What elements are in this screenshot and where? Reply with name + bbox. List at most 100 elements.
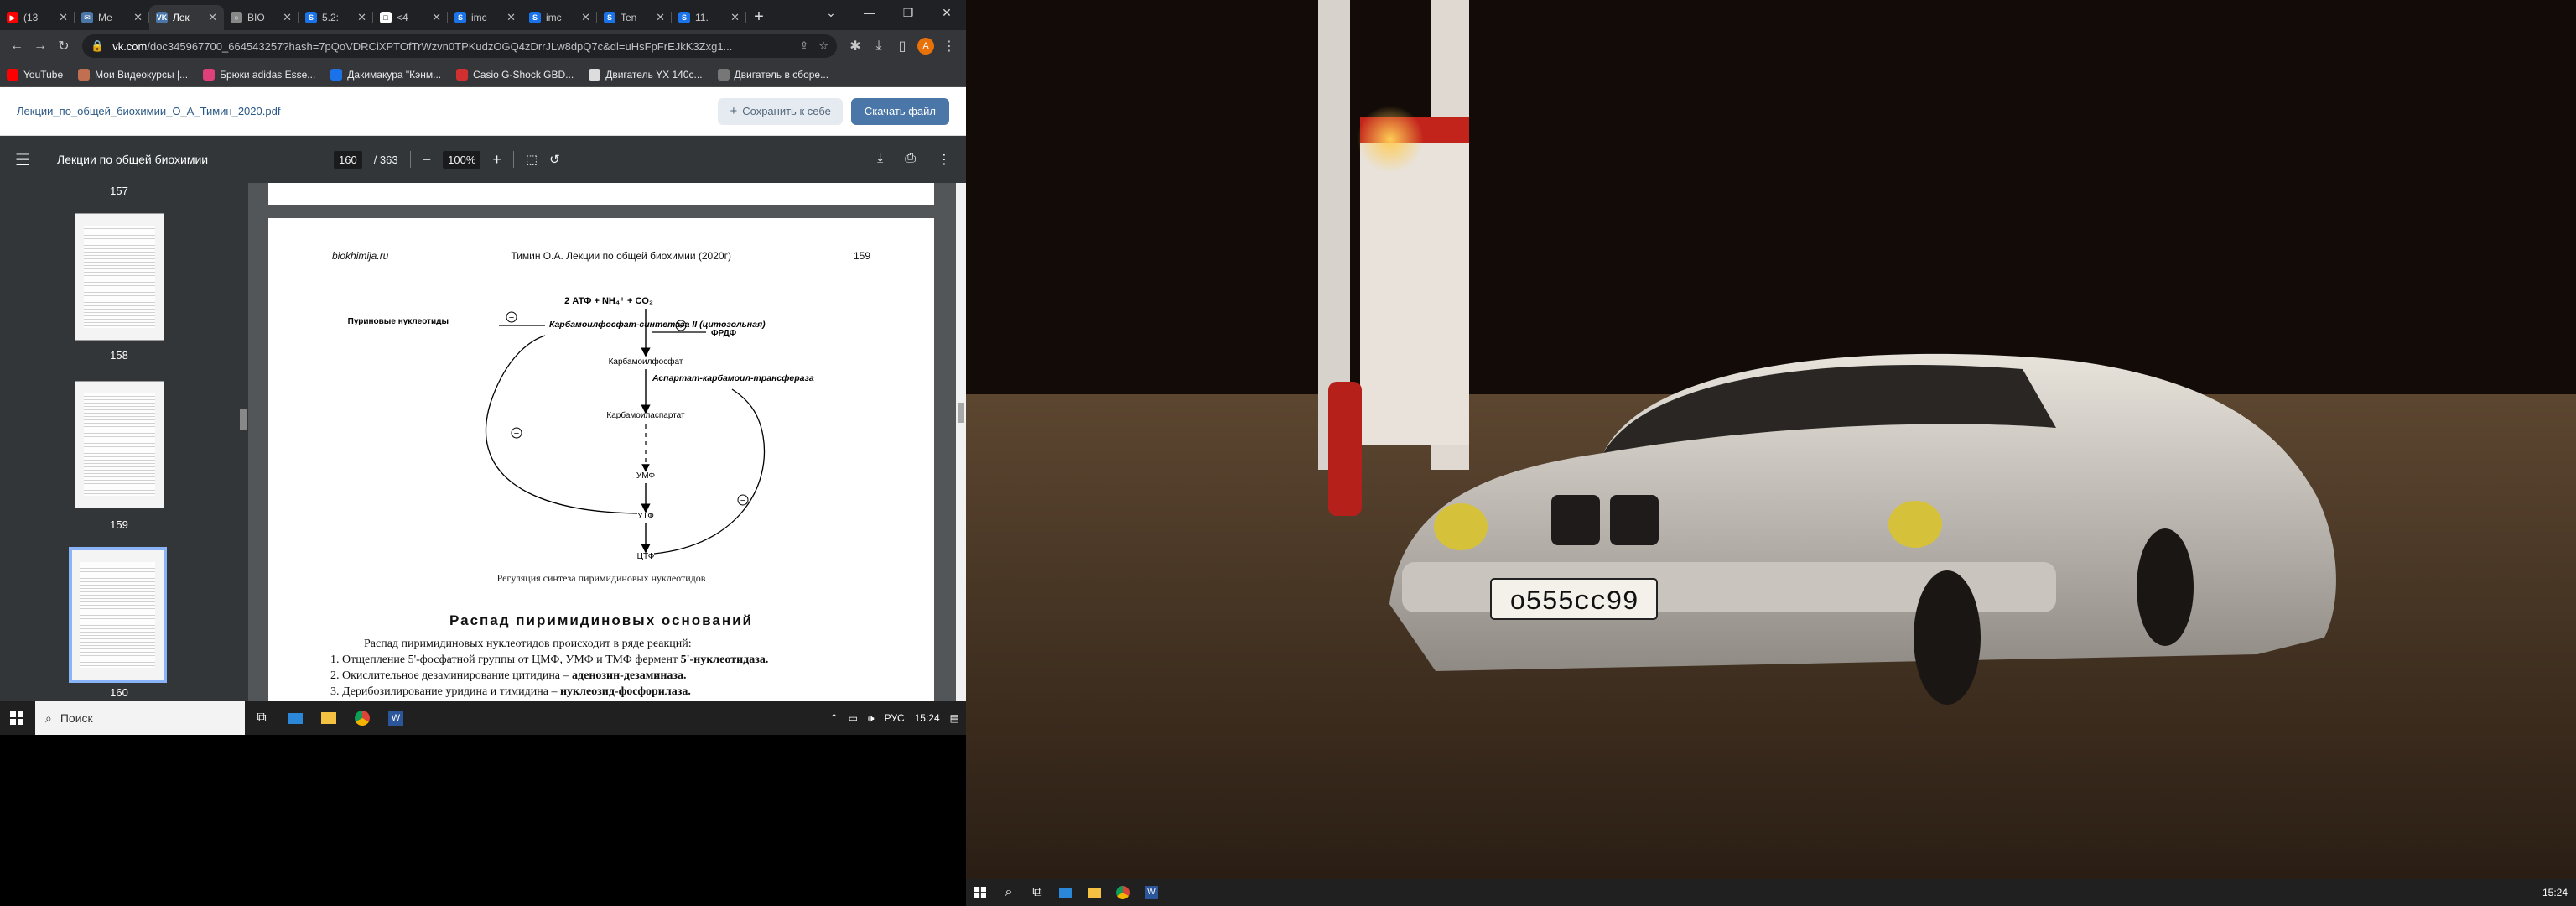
tab-close-icon[interactable]: ✕ — [357, 11, 366, 24]
bookmark-item[interactable]: Мои Видеокурсы |... — [78, 68, 189, 81]
minimize-button[interactable]: — — [850, 0, 889, 25]
tab-search-icon[interactable]: ⌄ — [812, 0, 850, 25]
bookmark-item[interactable]: Дакимакура "Кэнм... — [330, 68, 441, 81]
hamburger-menu-icon[interactable]: ☰ — [15, 149, 40, 170]
chrome-icon[interactable] — [1109, 879, 1137, 906]
language-indicator[interactable]: РУС — [885, 712, 905, 724]
pdf-scrollbar[interactable] — [956, 183, 966, 701]
tab-favicon-icon: □ — [380, 12, 392, 23]
browser-tab[interactable]: ▶ (13 ✕ — [0, 5, 75, 30]
taskbar-right: ⌕ ⧉ W 15:24 — [966, 879, 2576, 906]
new-tab-button[interactable]: + — [746, 5, 771, 30]
vk-doc-header: Лекции_по_общей_биохимии_О_А_Тимин_2020.… — [0, 87, 966, 136]
chrome-icon[interactable] — [345, 701, 379, 735]
clock[interactable]: 15:24 — [915, 712, 940, 724]
rotate-icon[interactable]: ↺ — [549, 152, 560, 167]
word-icon[interactable]: W — [1137, 879, 1166, 906]
thumbnail-number: 160 — [110, 686, 128, 699]
rear-wheel — [2137, 528, 2194, 646]
browser-menu-icon[interactable]: ⋮ — [937, 34, 961, 58]
tab-close-icon[interactable]: ✕ — [506, 11, 516, 24]
bookmark-item[interactable]: Двигатель YX 140с... — [589, 68, 703, 81]
zoom-in-button[interactable]: + — [492, 151, 501, 169]
pdf-download-icon[interactable]: ⤓ — [877, 151, 883, 168]
document-filename[interactable]: Лекции_по_общей_биохимии_О_А_Тимин_2020.… — [17, 105, 718, 117]
bookmark-item[interactable]: Двигатель в сборе... — [717, 68, 829, 81]
page-number-input[interactable]: 160 — [334, 150, 362, 169]
tab-favicon-icon: S — [678, 12, 690, 23]
tab-close-icon[interactable]: ✕ — [656, 11, 665, 24]
tab-close-icon[interactable]: ✕ — [432, 11, 441, 24]
bookmark-item[interactable]: YouTube — [7, 68, 63, 81]
bookmark-star-icon[interactable]: ☆ — [818, 39, 828, 53]
taskbar-left: ⌕ Поиск ⧉ W ⌃ ▭ 🕪 РУС 15:24 ▤ — [0, 701, 966, 735]
browser-tab[interactable]: ✉ Ме ✕ — [75, 5, 149, 30]
zoom-input[interactable]: 100% — [443, 150, 481, 169]
browser-tab[interactable]: S Ten ✕ — [597, 5, 672, 30]
fit-page-icon[interactable]: ⬚ — [526, 152, 538, 167]
mail-app-icon[interactable] — [278, 701, 312, 735]
extensions-icon[interactable]: ✱ — [844, 34, 867, 58]
window-controls: ⌄ — ❐ ✕ — [812, 0, 966, 25]
task-view-icon[interactable]: ⧉ — [1023, 879, 1052, 906]
minus-sign-2: − — [514, 429, 519, 439]
thumbnail-page-159[interactable] — [75, 381, 164, 508]
profile-avatar[interactable]: A — [917, 38, 934, 55]
bookmark-item[interactable]: Брюки adidas Esse... — [203, 68, 315, 81]
zoom-out-button[interactable]: − — [423, 151, 432, 169]
clock-secondary[interactable]: 15:24 — [2542, 887, 2576, 898]
start-button[interactable] — [0, 701, 34, 735]
thumbnail-page-160[interactable] — [69, 547, 167, 683]
browser-tab[interactable]: S 5.2: ✕ — [299, 5, 373, 30]
explorer-icon[interactable] — [1080, 879, 1109, 906]
browser-tab[interactable]: S 11. ✕ — [672, 5, 746, 30]
forward-button[interactable]: → — [29, 34, 52, 58]
bookmark-label: Мои Видеокурсы |... — [95, 68, 189, 81]
word-icon[interactable]: W — [379, 701, 413, 735]
download-file-button[interactable]: Скачать файл — [850, 97, 949, 125]
reload-button[interactable]: ↻ — [52, 34, 75, 58]
start-button-secondary[interactable] — [966, 879, 995, 906]
explorer-icon[interactable] — [312, 701, 345, 735]
browser-tab[interactable]: □ <4 ✕ — [373, 5, 448, 30]
pdf-more-icon[interactable]: ⋮ — [937, 151, 951, 168]
tab-close-icon[interactable]: ✕ — [581, 11, 590, 24]
utp-label: УТФ — [637, 512, 654, 521]
side-panel-icon[interactable]: ▯ — [891, 34, 914, 58]
network-icon[interactable]: ▭ — [849, 712, 858, 724]
restore-button[interactable]: ❐ — [889, 0, 927, 25]
back-button[interactable]: ← — [5, 34, 29, 58]
tab-close-icon[interactable]: ✕ — [730, 11, 740, 24]
bookmark-favicon-icon — [330, 68, 343, 81]
tab-close-icon[interactable]: ✕ — [133, 11, 143, 24]
search-icon: ⌕ — [45, 711, 52, 725]
share-icon[interactable]: ⇪ — [799, 39, 808, 53]
tab-title: <4 — [397, 12, 408, 23]
browser-tab[interactable]: ○ BIO ✕ — [224, 5, 299, 30]
tab-close-icon[interactable]: ✕ — [208, 11, 217, 24]
search-icon[interactable]: ⌕ — [995, 879, 1023, 906]
bookmark-label: Двигатель в сборе... — [734, 68, 829, 81]
close-window-button[interactable]: ✕ — [927, 0, 966, 25]
volume-icon[interactable]: 🕪 — [868, 712, 875, 725]
thumbnail-page-158[interactable] — [75, 213, 164, 341]
taskbar-search[interactable]: ⌕ Поиск — [35, 701, 245, 735]
thumbnail-scrollbar[interactable] — [238, 183, 248, 701]
headlight-left — [1434, 503, 1488, 550]
browser-tab[interactable]: Simc ✕ — [522, 5, 597, 30]
notification-icon[interactable]: ▤ — [950, 712, 959, 724]
tab-close-icon[interactable]: ✕ — [59, 11, 68, 24]
mail-app-icon[interactable] — [1052, 879, 1080, 906]
thumbnail-number: 159 — [110, 518, 128, 531]
browser-tab[interactable]: Simc ✕ — [448, 5, 522, 30]
tab-favicon-icon: ○ — [231, 12, 242, 23]
browser-tab[interactable]: VK Лек ✕ — [149, 5, 224, 30]
task-view-icon[interactable]: ⧉ — [245, 701, 278, 735]
address-bar[interactable]: 🔒 vk.com/doc345967700_664543257?hash=7pQ… — [82, 34, 837, 58]
save-to-profile-button[interactable]: + Сохранить к себе — [718, 97, 843, 125]
bookmark-item[interactable]: Casio G-Shock GBD... — [456, 68, 574, 81]
print-icon[interactable]: ⎙ — [905, 151, 916, 168]
tab-close-icon[interactable]: ✕ — [283, 11, 292, 24]
download-icon[interactable]: ⤓ — [867, 34, 891, 58]
chevron-up-icon[interactable]: ⌃ — [830, 712, 839, 724]
